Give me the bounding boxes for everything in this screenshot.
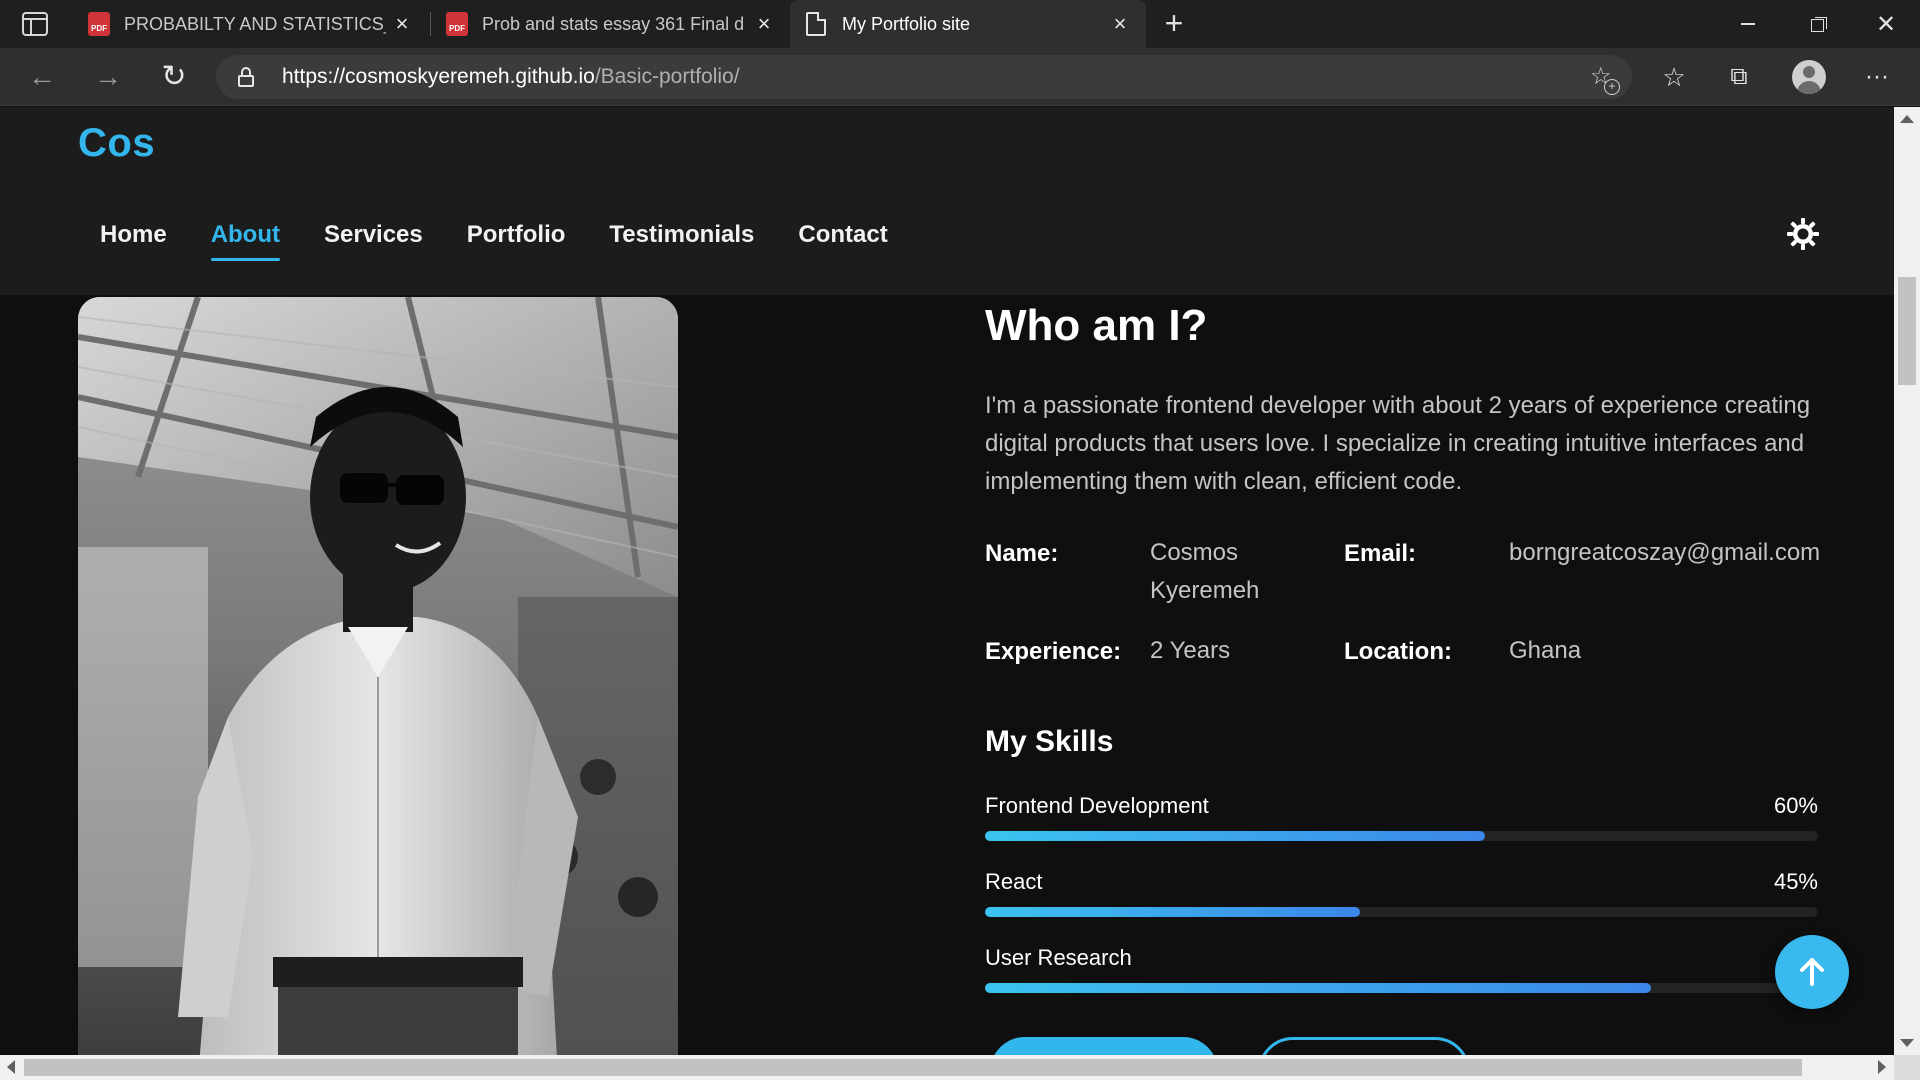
skill-name: React — [985, 869, 1043, 894]
tab-divider — [430, 12, 431, 36]
tab-title: Prob and stats essay 361 Final dr — [482, 13, 744, 34]
nav-about[interactable]: About — [210, 221, 281, 261]
primary-action-button[interactable] — [990, 1037, 1218, 1055]
skill-percent: 60% — [1773, 793, 1818, 818]
skill-progress-fill — [985, 831, 1485, 841]
scroll-left-arrow-icon[interactable] — [7, 1060, 15, 1074]
tab-probability-statistics[interactable]: PDF PROBABILTY AND STATISTICS_SE × — [78, 0, 422, 48]
skill-progress-fill — [985, 983, 1652, 993]
tab-title: My Portfolio site — [842, 13, 971, 34]
name-value-line2: Kyeremeh — [1150, 577, 1260, 604]
minimize-button[interactable] — [1714, 0, 1782, 48]
back-to-top-button[interactable] — [1775, 935, 1849, 1009]
tab-my-portfolio[interactable]: My Portfolio site × — [790, 0, 1146, 48]
name-value-line1: Cosmos — [1150, 539, 1239, 566]
page-viewport: Cos Home About Services Portfolio Testim… — [0, 107, 1894, 1055]
email-label: Email: — [1344, 540, 1417, 567]
name-label: Name: — [985, 540, 1059, 567]
experience-label: Experience: — [985, 638, 1122, 665]
vertical-scrollbar[interactable] — [1894, 107, 1920, 1055]
nav-contact[interactable]: Contact — [798, 221, 887, 261]
window-close-button[interactable]: ✕ — [1852, 0, 1920, 48]
refresh-icon[interactable]: ↻ — [154, 60, 194, 94]
location-label: Location: — [1344, 638, 1452, 665]
experience-value: 2 Years — [1150, 637, 1231, 664]
url-text[interactable]: https://cosmoskyeremeh.github.io/Basic-p… — [282, 65, 740, 89]
close-icon[interactable]: × — [1108, 12, 1132, 36]
tab-actions-icon[interactable] — [22, 12, 48, 36]
nav-home[interactable]: Home — [100, 221, 167, 261]
document-icon — [806, 12, 826, 36]
more-options-icon[interactable]: ··· — [1858, 58, 1896, 96]
tab-strip: PDF PROBABILTY AND STATISTICS_SE × PDF P… — [0, 0, 1920, 48]
url-path: /Basic-portfolio/ — [594, 65, 740, 88]
about-description: I'm a passionate frontend developer with… — [985, 392, 1811, 495]
skill-progress-track — [985, 831, 1818, 841]
pdf-icon: PDF — [88, 12, 110, 36]
back-arrow-icon[interactable]: ← — [22, 60, 62, 94]
new-tab-button[interactable]: + — [1158, 7, 1190, 40]
scroll-down-arrow-icon[interactable] — [1900, 1039, 1914, 1047]
nav-portfolio[interactable]: Portfolio — [467, 221, 566, 261]
main-nav: Home About Services Portfolio Testimonia… — [100, 221, 888, 261]
tab-prob-stats-essay[interactable]: PDF Prob and stats essay 361 Final dr × — [436, 0, 784, 48]
skill-percent: 45% — [1773, 869, 1818, 894]
favorites-icon[interactable]: ☆ — [1655, 58, 1693, 96]
skill-progress-fill — [985, 907, 1360, 917]
browser-toolbar: ← → ↻ https://cosmoskyeremeh.github.io/B… — [0, 48, 1920, 106]
scroll-up-arrow-icon[interactable] — [1900, 115, 1914, 123]
profile-avatar-icon[interactable] — [1792, 60, 1826, 94]
url-host: https://cosmoskyeremeh.github.io — [282, 65, 595, 88]
profile-photo — [78, 297, 678, 1055]
nav-services[interactable]: Services — [324, 221, 423, 261]
skills-heading: My Skills — [985, 725, 1114, 758]
site-logo[interactable]: Cos — [78, 121, 155, 166]
site-header: Cos Home About Services Portfolio Testim… — [0, 107, 1894, 295]
nav-testimonials[interactable]: Testimonials — [609, 221, 754, 261]
scrollbar-corner — [1894, 1055, 1920, 1080]
add-favorite-icon[interactable]: ☆ — [1590, 65, 1620, 95]
skill-name: User Research — [985, 945, 1132, 970]
secondary-action-button[interactable] — [1258, 1037, 1470, 1055]
about-heading: Who am I? — [985, 301, 1208, 350]
address-bar[interactable]: https://cosmoskyeremeh.github.io/Basic-p… — [216, 55, 1632, 99]
skill-progress-track — [985, 907, 1818, 917]
close-icon[interactable]: × — [752, 12, 776, 36]
horizontal-scroll-thumb[interactable] — [24, 1059, 1802, 1076]
forward-arrow-icon[interactable]: → — [88, 60, 128, 94]
vertical-scroll-thumb[interactable] — [1898, 277, 1916, 385]
lock-icon[interactable] — [238, 67, 254, 87]
skill-name: Frontend Development — [985, 793, 1209, 818]
pdf-icon: PDF — [446, 12, 468, 36]
skill-progress-track — [985, 983, 1818, 993]
email-value: borngreatcoszay@gmail.com — [1509, 539, 1821, 566]
collections-icon[interactable]: ⧉ — [1720, 58, 1758, 96]
tab-title: PROBABILTY AND STATISTICS_SE — [124, 13, 386, 34]
location-value: Ghana — [1509, 637, 1582, 664]
arrow-up-icon — [1800, 958, 1824, 986]
close-icon[interactable]: × — [390, 12, 414, 36]
restore-button[interactable] — [1782, 0, 1850, 48]
scroll-right-arrow-icon[interactable] — [1878, 1060, 1886, 1074]
horizontal-scrollbar[interactable] — [0, 1055, 1920, 1080]
theme-toggle-sun-icon[interactable] — [1786, 217, 1820, 251]
